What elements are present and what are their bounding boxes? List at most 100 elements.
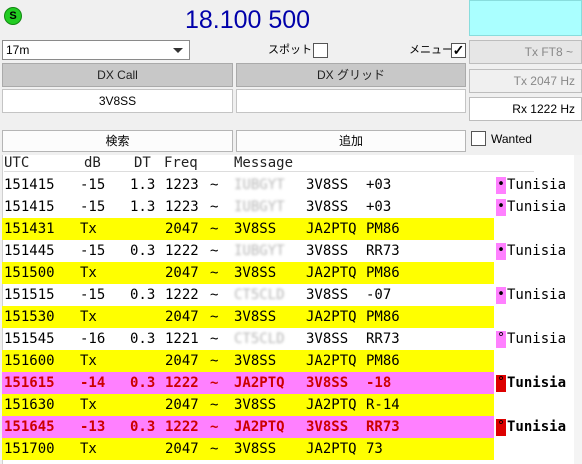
cell-call2: JA2PTQ: [306, 309, 357, 325]
wanted-checkbox[interactable]: [471, 131, 486, 146]
cell-freq: 1223: [165, 177, 199, 193]
cell-db: Tx: [80, 221, 97, 237]
cell-db: -13: [80, 419, 106, 435]
table-row[interactable]: 151645 -13 0.3 1222 ~ JA2PTQ 3V8SS RR73 ° Tunisia: [2, 416, 580, 438]
cell-call1: 3V8SS: [234, 265, 277, 281]
scrollbar[interactable]: [574, 155, 582, 464]
cell-sep: ~: [210, 419, 219, 435]
band-select[interactable]: 17m: [2, 40, 190, 60]
table-row[interactable]: 151630 Tx 2047 ~3V8SS JA2PTQ R-14: [2, 394, 580, 416]
country-label: Tunisia: [507, 419, 567, 435]
cell-freq: 2047: [165, 353, 199, 369]
cell-sep: ~: [210, 331, 219, 347]
cell-call1: JA2PTQ: [234, 419, 285, 435]
cell-call1: 3V8SS: [234, 397, 277, 413]
cell-db: Tx: [80, 353, 97, 369]
table-row[interactable]: 151615 -14 0.3 1222 ~ JA2PTQ 3V8SS -18 ° Tunisia: [2, 372, 580, 394]
cell-utc: 151645: [4, 419, 55, 435]
cell-db: -14: [80, 375, 106, 391]
cell-call2: 3V8SS: [306, 243, 349, 259]
cell-call2: JA2PTQ: [306, 353, 357, 369]
country-marker-icon: •: [496, 287, 506, 304]
tx-freq-spinbox[interactable]: Tx 2047 Hz: [469, 69, 582, 93]
col-freq: Freq: [164, 155, 198, 171]
dx-call-header: DX Call: [2, 63, 233, 87]
cell-call1: IUBGYT: [234, 243, 285, 259]
cell-call1: JA2PTQ: [234, 375, 285, 391]
cell-call2: 3V8SS: [306, 419, 349, 435]
cell-extra: -18: [366, 375, 392, 391]
cell-sep: ~: [210, 375, 219, 391]
cell-extra: PM86: [366, 265, 400, 281]
tx-mode-button[interactable]: Tx FT8 ~: [469, 40, 582, 64]
cell-sep: ~: [210, 441, 219, 457]
country-label: Tunisia: [507, 177, 567, 193]
cell-utc: 151530: [4, 309, 55, 325]
cell-utc: 151700: [4, 441, 55, 457]
cell-sep: ~: [210, 243, 219, 259]
cell-freq: 1222: [165, 243, 199, 259]
band-value: 17m: [6, 43, 30, 57]
table-row[interactable]: 151415 -15 1.3 1223 ~ IUBGYT 3V8SS +03 • Tunisia: [2, 196, 580, 218]
cell-call1: 3V8SS: [234, 221, 277, 237]
cell-db: -15: [80, 199, 106, 215]
cell-dt: 0.3: [130, 243, 156, 259]
cell-db: -15: [80, 243, 106, 259]
cell-call2: JA2PTQ: [306, 441, 357, 457]
cell-freq: 1222: [165, 287, 199, 303]
table-row[interactable]: 151530 Tx 2047 ~3V8SS JA2PTQ PM86: [2, 306, 580, 328]
cell-db: -15: [80, 177, 106, 193]
country-marker-icon: °: [496, 375, 506, 392]
frequency-display: 18.100 500: [184, 6, 311, 34]
country-marker-icon: °: [496, 419, 506, 436]
table-row[interactable]: 151431 Tx 2047 ~3V8SS JA2PTQ PM86: [2, 218, 580, 240]
search-button[interactable]: 検索: [2, 130, 233, 152]
cell-dt: 0.3: [130, 287, 156, 303]
cell-call1: 3V8SS: [234, 309, 277, 325]
cell-extra: PM86: [366, 353, 400, 369]
country-marker-icon: °: [496, 331, 506, 348]
cell-utc: 151630: [4, 397, 55, 413]
cell-call2: JA2PTQ: [306, 397, 357, 413]
cell-call1: 3V8SS: [234, 353, 277, 369]
cell-utc: 151615: [4, 375, 55, 391]
cell-dt: 0.3: [130, 331, 156, 347]
cell-extra: RR73: [366, 243, 400, 259]
cell-freq: 1222: [165, 419, 199, 435]
cell-call2: JA2PTQ: [306, 221, 357, 237]
cell-dt: 1.3: [130, 177, 156, 193]
dx-grid-input[interactable]: [236, 89, 466, 113]
country-marker-icon: •: [496, 243, 506, 260]
table-row[interactable]: 151500 Tx 2047 ~3V8SS JA2PTQ PM86: [2, 262, 580, 284]
cell-call1: 3V8SS: [234, 441, 277, 457]
table-row[interactable]: 151600 Tx 2047 ~3V8SS JA2PTQ PM86: [2, 350, 580, 372]
cell-utc: 151431: [4, 221, 55, 237]
cell-call1: IUBGYT: [234, 199, 285, 215]
dx-grid-header: DX グリッド: [236, 63, 466, 87]
cell-call1: IUBGYT: [234, 177, 285, 193]
cell-sep: ~: [210, 199, 219, 215]
add-button[interactable]: 追加: [236, 130, 466, 152]
cell-db: Tx: [80, 309, 97, 325]
table-row[interactable]: 151415 -15 1.3 1223 ~ IUBGYT 3V8SS +03 • Tunisia: [2, 174, 580, 196]
cell-freq: 1223: [165, 199, 199, 215]
spot-checkbox[interactable]: [313, 43, 328, 58]
cell-freq: 1221: [165, 331, 199, 347]
cell-extra: 73: [366, 441, 383, 457]
table-row[interactable]: 151545 -16 0.3 1221 ~ CT5CLD 3V8SS RR73 ° Tunisia: [2, 328, 580, 350]
cell-utc: 151415: [4, 177, 55, 193]
table-row[interactable]: 151445 -15 0.3 1222 ~ IUBGYT 3V8SS RR73 • Tunisia: [2, 240, 580, 262]
country-label: Tunisia: [507, 287, 567, 303]
dx-call-input[interactable]: 3V8SS: [2, 89, 233, 113]
cell-dt: 0.3: [130, 375, 156, 391]
cell-db: Tx: [80, 265, 97, 281]
cell-sep: ~: [210, 287, 219, 303]
cell-utc: 151545: [4, 331, 55, 347]
rx-freq-spinbox[interactable]: Rx 1222 Hz: [469, 97, 582, 121]
table-row[interactable]: 151515 -15 0.3 1222 ~ CT5CLD 3V8SS -07 • Tunisia: [2, 284, 580, 306]
country-label: Tunisia: [507, 199, 567, 215]
menu-checkbox[interactable]: [451, 43, 466, 58]
table-row[interactable]: 151700 Tx 2047 ~3V8SS JA2PTQ 73: [2, 438, 580, 460]
cell-call2: JA2PTQ: [306, 265, 357, 281]
cell-sep: ~: [210, 353, 219, 369]
